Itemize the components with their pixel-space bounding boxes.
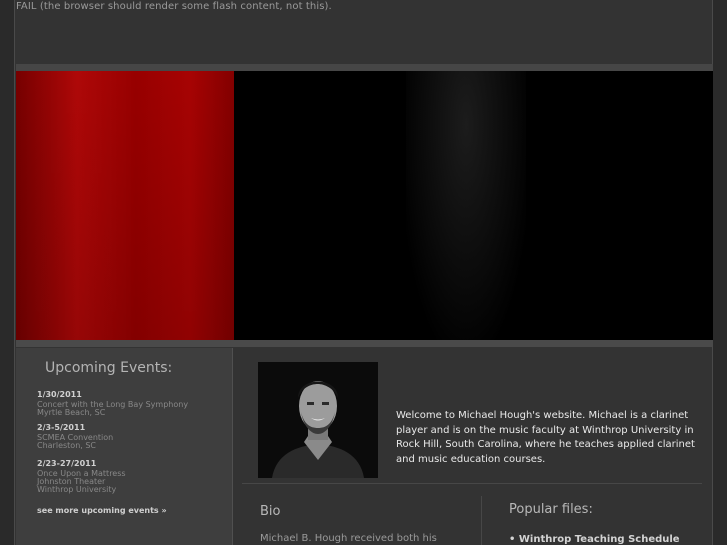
event-date: 2/23-27/2011 — [37, 459, 97, 468]
section-divider — [242, 483, 702, 484]
welcome-text: Welcome to Michael Hough's website. Mich… — [396, 410, 695, 465]
double-chevron-right-icon: » — [161, 506, 167, 515]
bio-heading: Bio — [260, 504, 281, 519]
banner-bottom-bar — [16, 340, 713, 347]
bullet-icon: • — [509, 534, 516, 545]
event-item: 1/30/2011 Concert with the Long Bay Symp… — [37, 391, 188, 417]
event-item: 2/23-27/2011 Once Upon a Mattress Johnst… — [37, 460, 126, 494]
banner-dark-figure — [406, 71, 526, 340]
events-title: Upcoming Events: — [45, 360, 173, 376]
popular-file-label: Winthrop Teaching Schedule — [518, 534, 680, 545]
main-content: Welcome to Michael Hough's website. Mich… — [234, 348, 713, 545]
popular-file-link[interactable]: • Winthrop Teaching Schedule — [509, 534, 680, 545]
see-more-label: see more upcoming events — [37, 506, 159, 515]
event-line: Winthrop University — [37, 485, 117, 494]
popular-files-heading: Popular files: — [509, 502, 593, 517]
event-date: 1/30/2011 — [37, 390, 82, 399]
column-divider — [481, 496, 482, 545]
event-line: Myrtle Beach, SC — [37, 408, 106, 417]
event-item: 2/3-5/2011 SCMEA Convention Charleston, … — [37, 424, 113, 450]
banner-red-panel — [16, 71, 234, 340]
see-more-events-link[interactable]: see more upcoming events » — [37, 506, 167, 515]
portrait-photo — [258, 362, 378, 478]
event-date: 2/3-5/2011 — [37, 423, 86, 432]
bio-text: Michael B. Hough received both his — [260, 533, 437, 544]
page-container: FAIL (the browser should render some fla… — [14, 0, 713, 545]
banner-top-bar — [16, 64, 713, 71]
flash-banner — [16, 71, 713, 340]
event-line: Charleston, SC — [37, 441, 97, 450]
flash-fallback-text: FAIL (the browser should render some fla… — [16, 1, 332, 12]
events-sidebar: Upcoming Events: 1/30/2011 Concert with … — [16, 348, 233, 545]
